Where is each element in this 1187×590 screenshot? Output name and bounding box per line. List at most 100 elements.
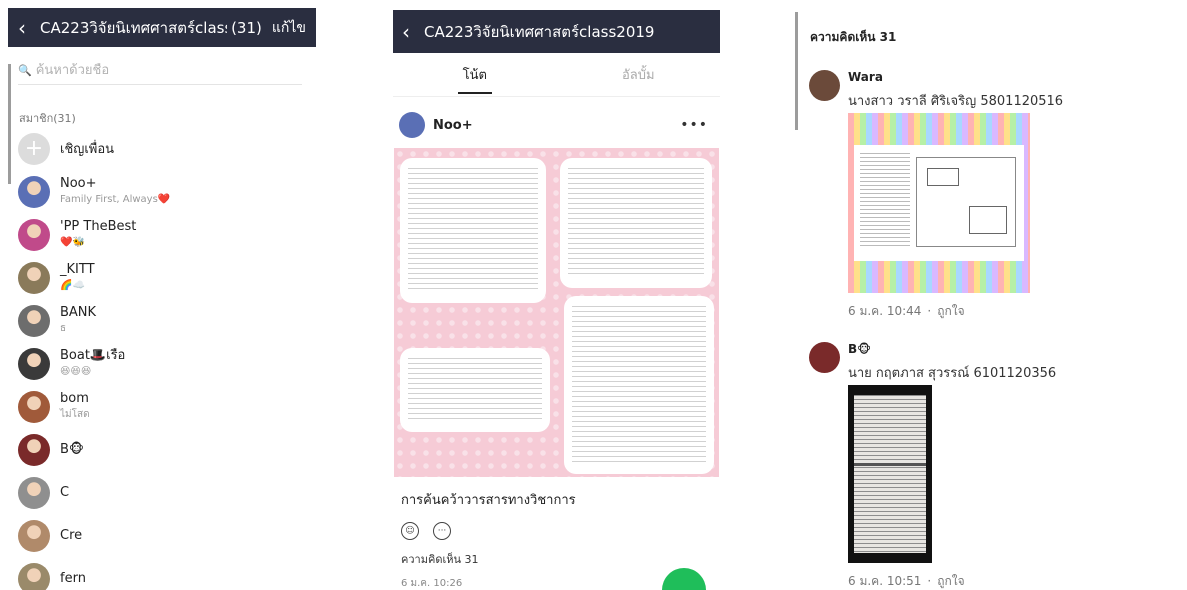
comment-text: นาย กฤตภาส สุวรรณ์ 6101120356 [848, 366, 1057, 381]
smile-icon[interactable]: ☺ [401, 522, 419, 540]
author-name: Noo+ [433, 117, 473, 133]
member-text: Noo+ Family First, Always❤️ [60, 176, 170, 208]
member-name: _KITT [60, 261, 95, 277]
document-excerpt [400, 348, 550, 432]
search-icon: 🔍 [18, 64, 32, 77]
back-arrow-icon[interactable]: ‹ [402, 20, 410, 44]
group-title: CA223วิจัยนิเทศศาสตร์class2... [40, 18, 227, 37]
member-text: 'PP TheBest ❤️🐝 [60, 219, 136, 251]
member-avatar[interactable] [18, 562, 50, 590]
scroll-indicator[interactable] [795, 12, 798, 130]
member-row[interactable]: Boat🎩เรือ 😆😆😆 [8, 342, 316, 385]
note-header: ‹ CA223วิจัยนิเทศศาสตร์class2019 [393, 10, 720, 53]
comment-icon[interactable]: ··· [433, 522, 451, 540]
document-excerpt [400, 158, 546, 303]
member-text: C [60, 485, 69, 501]
member-avatar[interactable] [18, 347, 50, 380]
more-icon[interactable]: ••• [680, 117, 708, 133]
note-actions: ☺ ··· [401, 522, 720, 540]
member-status: 🌈☁️ [60, 279, 85, 291]
member-row[interactable]: bom ไม่โสด [8, 385, 316, 428]
note-panel: ‹ CA223วิจัยนิเทศศาสตร์class2019 โน้ต อั… [393, 10, 720, 590]
commenter-avatar[interactable] [809, 70, 840, 101]
member-name: C [60, 484, 70, 500]
edit-button[interactable]: แก้ไข [272, 17, 306, 39]
member-row[interactable]: C [8, 471, 316, 514]
member-status: ไม่โสด [60, 408, 90, 420]
member-row[interactable]: _KITT 🌈☁️ [8, 256, 316, 299]
member-status: ธ [60, 322, 67, 334]
scroll-indicator[interactable] [8, 64, 11, 184]
member-avatar[interactable] [18, 261, 50, 294]
commenter-name: Wara [848, 70, 883, 84]
member-name: 'PP TheBest [60, 218, 137, 234]
comment-text: นางสาว วราลี ศิริเจริญ 5801120516 [848, 94, 1064, 109]
member-status: Family First, Always❤️ [60, 193, 171, 205]
plus-icon: + [18, 132, 50, 165]
comment-item: B🐵 นาย กฤตภาส สุวรรณ์ 6101120356 6 ม.ค. … [809, 342, 1179, 588]
members-header: ‹ CA223วิจัยนิเทศศาสตร์class2... (31) แก… [8, 8, 316, 47]
members-panel: ‹ CA223วิจัยนิเทศศาสตร์class2... (31) แก… [8, 8, 316, 590]
member-name: bom [60, 390, 89, 406]
like-button[interactable]: ถูกใจ [937, 304, 964, 318]
commenter-avatar[interactable] [809, 342, 840, 373]
comment-meta: 6 ม.ค. 10:44 · ถูกใจ [848, 304, 965, 318]
member-name: B🐵 [60, 441, 84, 457]
search-bar[interactable]: 🔍 [18, 57, 302, 85]
member-text: BANK ธ [60, 305, 96, 337]
comment-attachment-image[interactable] [848, 385, 932, 563]
member-list: Noo+ Family First, Always❤️ 'PP TheBest ❤️🐝… [8, 170, 316, 590]
members-section-label: สมาชิก(31) [19, 112, 76, 125]
note-group-title: CA223วิจัยนิเทศศาสตร์class2019 [424, 22, 655, 41]
comments-title: ความคิดเห็น 31 [810, 30, 897, 44]
comment-meta: 6 ม.ค. 10:51 · ถูกใจ [848, 574, 965, 588]
member-text: bom ไม่โสด [60, 391, 90, 423]
comments-panel: ความคิดเห็น 31 Wara นางสาว วราลี ศิริเจร… [795, 12, 1187, 590]
like-button[interactable]: ถูกใจ [937, 574, 964, 588]
member-name: Cre [60, 527, 83, 543]
member-row[interactable]: Noo+ Family First, Always❤️ [8, 170, 316, 213]
invite-friend-row[interactable]: + เชิญเพื่อน [8, 127, 316, 170]
back-arrow-icon[interactable]: ‹ [18, 16, 26, 40]
comment-item: Wara นางสาว วราลี ศิริเจริญ 5801120516 6… [809, 70, 1179, 320]
search-input[interactable] [35, 63, 296, 78]
tab-album[interactable]: อัลบั้ม [557, 53, 721, 96]
comment-attachment-image[interactable] [848, 113, 1030, 293]
member-row[interactable]: B🐵 [8, 428, 316, 471]
member-row[interactable]: BANK ธ [8, 299, 316, 342]
member-text: Cre [60, 528, 82, 544]
member-name: BANK [60, 304, 97, 320]
commenter-name: B🐵 [848, 342, 872, 356]
note-image[interactable] [394, 148, 719, 477]
comment-time: 6 ม.ค. 10:51 [848, 574, 922, 588]
comments-count[interactable]: ความคิดเห็น 31 [401, 550, 720, 568]
member-avatar[interactable] [18, 519, 50, 552]
member-text: fern [60, 571, 86, 587]
member-avatar[interactable] [18, 433, 50, 466]
member-row[interactable]: 'PP TheBest ❤️🐝 [8, 213, 316, 256]
document-excerpt [564, 296, 714, 474]
member-status: ❤️🐝 [60, 236, 85, 248]
member-name: Boat🎩เรือ [60, 347, 126, 363]
member-row[interactable]: Cre [8, 514, 316, 557]
floating-action-button[interactable] [662, 568, 706, 590]
invite-label: เชิญเพื่อน [60, 142, 115, 157]
member-text: _KITT 🌈☁️ [60, 262, 95, 294]
member-row[interactable]: fern [8, 557, 316, 590]
member-name: fern [60, 570, 86, 586]
member-status: 😆😆😆 [60, 365, 92, 377]
note-caption: การค้นคว้าวารสารทางวิชาการ [401, 493, 576, 508]
member-avatar[interactable] [18, 304, 50, 337]
member-avatar[interactable] [18, 218, 50, 251]
member-count: (31) [231, 18, 262, 37]
member-avatar[interactable] [18, 390, 50, 423]
tab-notes[interactable]: โน้ต [393, 53, 557, 96]
member-name: Noo+ [60, 175, 97, 191]
comment-time: 6 ม.ค. 10:44 [848, 304, 922, 318]
member-avatar[interactable] [18, 476, 50, 509]
member-text: B🐵 [60, 442, 84, 458]
member-avatar[interactable] [18, 175, 50, 208]
post-author: Noo+ ••• [393, 103, 720, 147]
author-avatar[interactable] [399, 112, 425, 138]
note-tabs: โน้ต อัลบั้ม [393, 53, 720, 97]
